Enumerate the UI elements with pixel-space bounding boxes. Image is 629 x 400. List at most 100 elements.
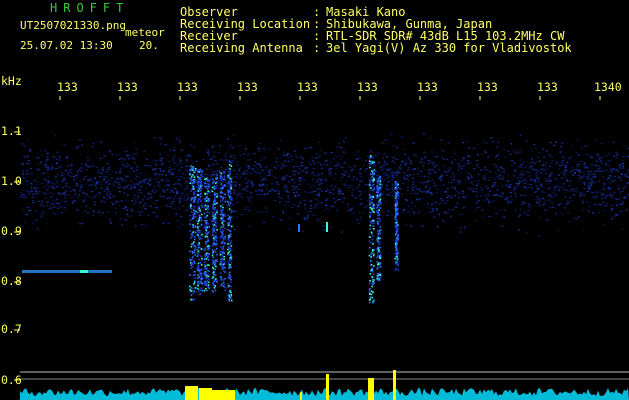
noise-pixel: [166, 197, 169, 200]
noise-pixel: [289, 175, 291, 178]
echo-pixel: [214, 249, 216, 251]
noise-pixel: [558, 168, 561, 170]
noise-pixel: [403, 172, 406, 174]
noise-pixel: [95, 183, 98, 185]
noise-pixel: [443, 202, 446, 204]
noise-pixel: [27, 209, 30, 211]
echo-pixel: [198, 238, 201, 240]
noise-pixel: [43, 186, 46, 188]
noise-pixel: [55, 176, 57, 178]
echo-pixel: [231, 177, 233, 179]
echo-pixel: [203, 289, 206, 292]
noise-pixel: [252, 184, 255, 186]
noise-pixel: [69, 171, 72, 173]
echo-pixel: [396, 251, 398, 254]
echo-pixel: [369, 301, 371, 304]
noise-pixel: [277, 183, 280, 185]
echo-pixel: [189, 205, 192, 207]
noise-pixel: [210, 176, 212, 178]
noise-pixel: [306, 211, 309, 213]
noise-pixel: [257, 169, 259, 171]
noise-pixel: [568, 184, 571, 187]
noise-pixel: [473, 168, 476, 170]
noise-pixel: [519, 214, 521, 216]
noise-pixel: [475, 164, 478, 166]
noise-pixel: [521, 170, 524, 172]
noise-pixel: [455, 206, 458, 208]
echo-pixel: [376, 260, 379, 263]
echo-pixel: [196, 194, 199, 196]
noise-pixel: [514, 193, 517, 195]
noise-pixel: [329, 191, 331, 193]
noise-pixel: [184, 210, 187, 212]
meteor-echo: [211, 173, 219, 293]
noise-pixel: [34, 220, 37, 222]
noise-pixel: [523, 212, 526, 214]
echo-pixel: [222, 245, 225, 248]
noise-pixel: [27, 207, 30, 209]
noise-pixel: [59, 206, 62, 208]
noise-pixel: [536, 161, 539, 163]
echo-pixel: [197, 206, 200, 208]
noise-pixel: [220, 189, 223, 191]
noise-pixel: [381, 183, 384, 185]
echo-pixel: [224, 277, 226, 280]
noise-pixel: [307, 160, 310, 162]
noise-pixel: [451, 162, 454, 164]
noise-pixel: [391, 178, 394, 181]
noise-pixel: [287, 195, 290, 197]
echo-pixel: [379, 237, 382, 239]
noise-pixel: [249, 159, 252, 161]
echo-pixel: [197, 180, 199, 182]
noise-pixel: [561, 190, 564, 192]
noise-pixel: [94, 196, 96, 198]
echo-pixel: [213, 219, 216, 221]
noise-pixel: [330, 175, 333, 177]
noise-pixel: [425, 186, 427, 188]
echo-pixel: [227, 243, 229, 245]
echo-pixel: [222, 187, 224, 189]
echo-pixel: [199, 273, 201, 275]
noise-pixel: [567, 212, 570, 214]
noise-pixel: [426, 195, 429, 198]
echo-pixel: [196, 282, 199, 284]
noise-pixel: [70, 164, 73, 166]
noise-pixel: [263, 148, 266, 150]
noise-pixel: [133, 162, 136, 164]
noise-pixel: [599, 191, 602, 194]
noise-pixel: [106, 168, 109, 170]
noise-pixel: [312, 160, 314, 162]
echo-pixel: [371, 175, 373, 178]
meteor-echo: [376, 175, 382, 282]
echo-pixel: [228, 243, 231, 246]
noise-pixel: [108, 190, 111, 192]
noise-pixel: [233, 190, 236, 192]
echo-pixel: [369, 280, 371, 282]
noise-pixel: [388, 176, 391, 178]
noise-pixel: [328, 173, 331, 175]
noise-pixel: [391, 171, 394, 173]
noise-pixel: [248, 165, 250, 167]
echo-pixel: [207, 274, 210, 276]
echo-pixel: [371, 201, 374, 204]
noise-pixel: [193, 146, 196, 148]
noise-pixel: [382, 173, 385, 175]
noise-pixel: [331, 188, 334, 190]
echo-pixel: [213, 280, 215, 282]
echo-pixel: [194, 254, 196, 256]
echo-pixel: [207, 179, 209, 182]
noise-pixel: [124, 200, 127, 202]
echo-pixel: [206, 252, 208, 255]
noise-pixel: [240, 193, 243, 195]
noise-pixel: [27, 193, 30, 195]
noise-pixel: [433, 166, 436, 168]
echo-pixel: [193, 188, 195, 190]
echo-pixel: [373, 211, 375, 214]
noise-pixel: [155, 215, 158, 217]
noise-pixel: [98, 192, 101, 194]
echo-pixel: [214, 193, 216, 196]
echo-pixel: [191, 250, 194, 253]
noise-pixel: [318, 155, 321, 158]
echo-pixel: [221, 253, 223, 256]
noise-pixel: [507, 150, 510, 152]
